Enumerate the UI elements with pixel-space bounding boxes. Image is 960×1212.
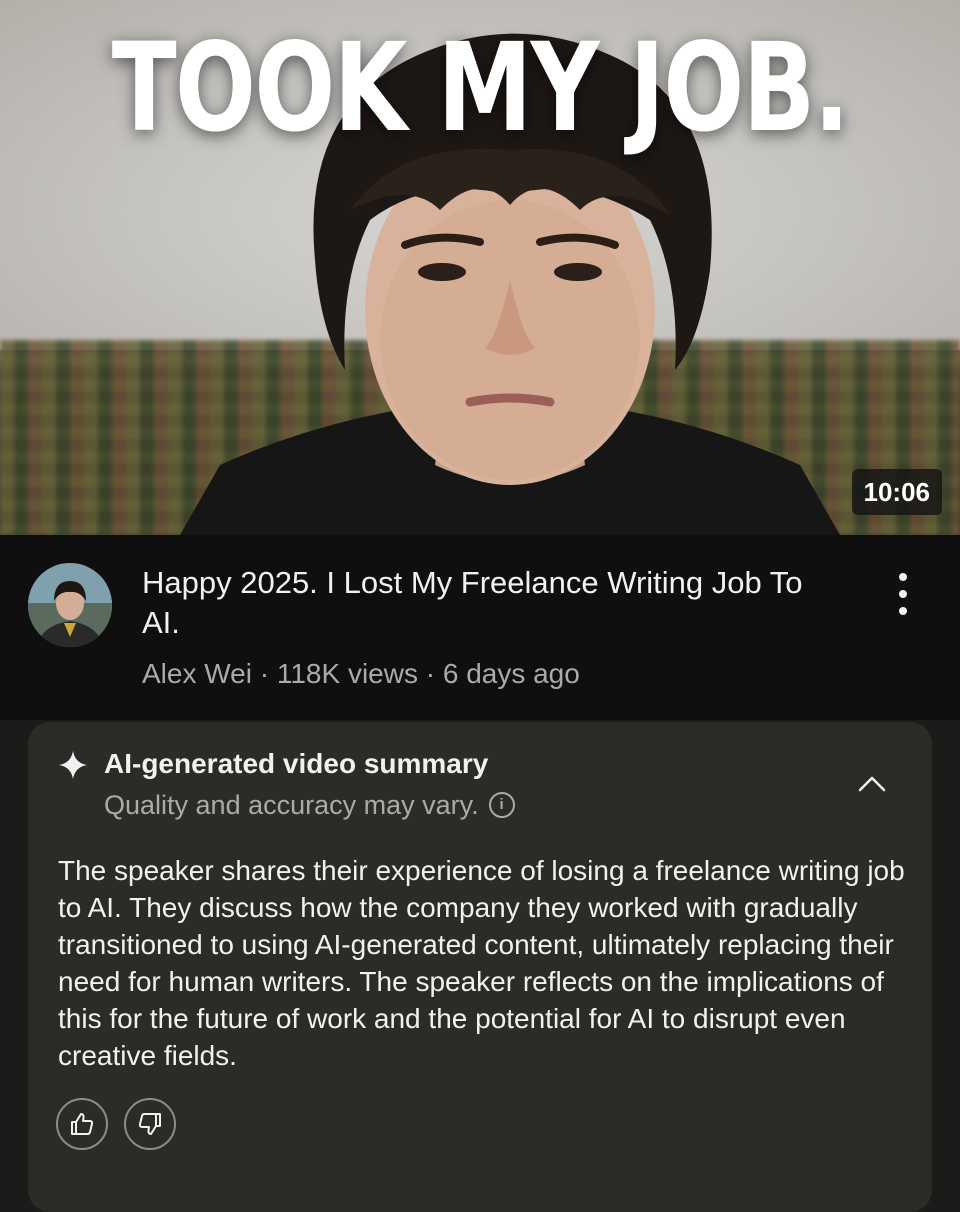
chevron-up-icon[interactable] xyxy=(854,766,890,802)
thumbs-down-icon xyxy=(138,1113,161,1135)
summary-disclaimer: Quality and accuracy may vary. i xyxy=(104,788,515,822)
more-dot xyxy=(899,607,907,615)
like-summary-button[interactable] xyxy=(56,1098,108,1150)
video-details: Happy 2025. I Lost My Freelance Writing … xyxy=(0,535,960,720)
channel-avatar[interactable] xyxy=(28,563,112,647)
summary-body: The speaker shares their experience of l… xyxy=(58,855,905,1071)
avatar-icon xyxy=(28,563,112,647)
video-title[interactable]: Happy 2025. I Lost My Freelance Writing … xyxy=(142,563,842,643)
more-vert-icon[interactable] xyxy=(888,569,918,619)
ai-summary-card: AI-generated video summary Quality and a… xyxy=(28,722,932,1212)
video-duration-badge: 10:06 xyxy=(851,469,942,515)
more-dot xyxy=(899,573,907,581)
sparkle-icon xyxy=(59,751,87,779)
more-dot xyxy=(899,590,907,598)
dislike-summary-button[interactable] xyxy=(124,1098,176,1150)
video-thumbnail[interactable]: TOOK MY JOB. 10:06 xyxy=(0,0,960,535)
summary-title: AI-generated video summary xyxy=(104,748,489,779)
video-metadata[interactable]: Alex Wei · 118K views · 6 days ago xyxy=(142,657,580,691)
summary-disclaimer-text: Quality and accuracy may vary. xyxy=(104,790,479,820)
thumbnail-overlay-text: TOOK MY JOB. xyxy=(111,17,850,159)
info-icon[interactable]: i xyxy=(488,792,515,818)
thumbs-up-icon xyxy=(71,1113,94,1135)
